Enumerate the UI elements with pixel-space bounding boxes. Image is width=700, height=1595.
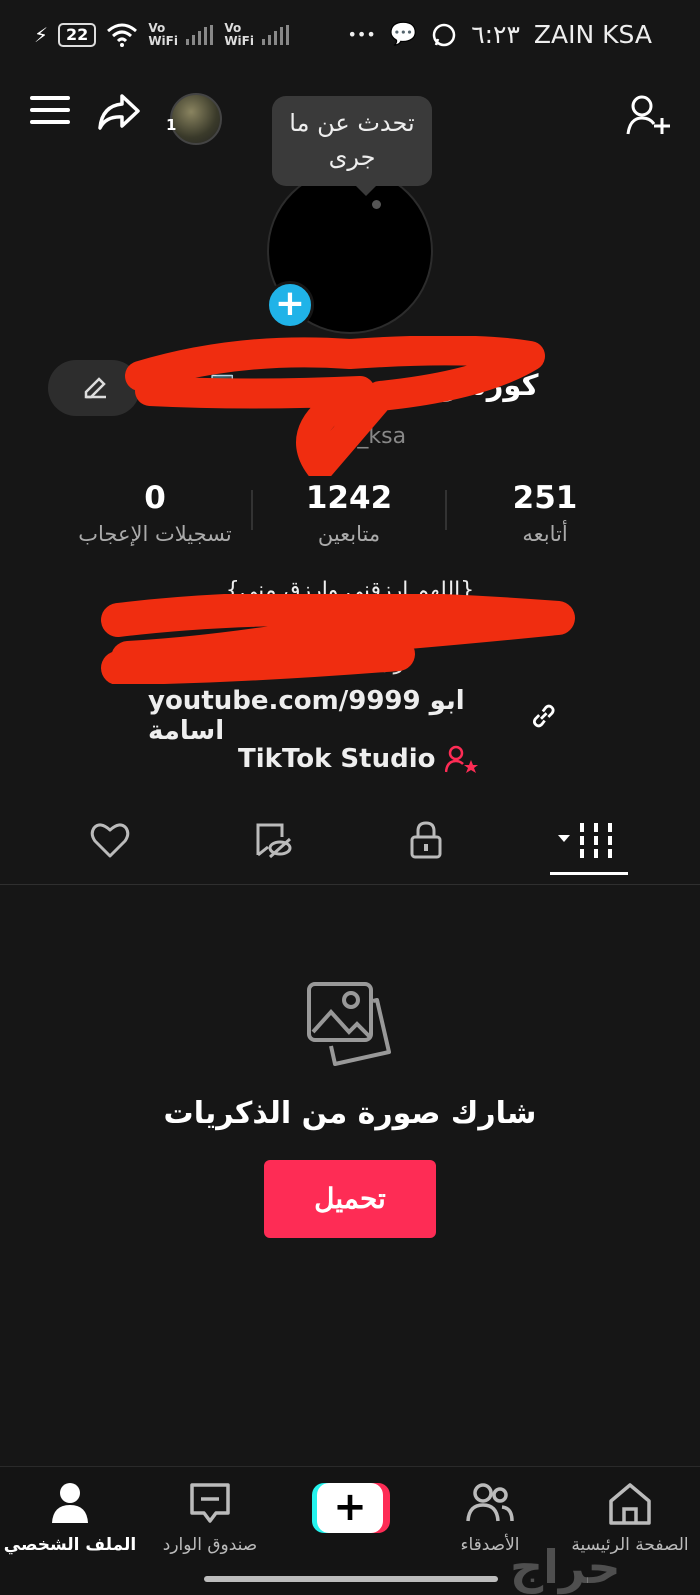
upload-button[interactable]: تحميل [264, 1160, 436, 1238]
status-left: ⚡ 22 Vo WiFi Vo WiFi [34, 22, 290, 48]
battery-indicator: 22 [58, 23, 97, 47]
home-indicator[interactable] [204, 1576, 498, 1582]
tab-reposts[interactable] [212, 812, 332, 868]
menu-icon[interactable] [30, 96, 70, 128]
signal-icon [186, 25, 214, 45]
chat-bubble-icon: 💬 [389, 22, 418, 47]
friends-icon [466, 1483, 514, 1522]
grid-dropdown-icon [558, 823, 612, 858]
avatar[interactable] [170, 93, 222, 145]
share-icon[interactable] [96, 92, 142, 132]
link-text[interactable]: youtube.com/9999 ابو اسامة [148, 686, 516, 746]
stat-value: 1242 [305, 480, 393, 516]
stat-followers[interactable]: 1242 متابعين [264, 480, 434, 546]
creator-star-icon [445, 745, 479, 773]
add-photo-button[interactable]: + [266, 281, 314, 329]
tabs-divider [0, 884, 700, 885]
whatsapp-icon [432, 23, 456, 46]
redaction-scribble [101, 594, 575, 684]
tiktok-studio-link[interactable]: TikTok Studio [238, 744, 479, 774]
signal-icon-2 [262, 25, 290, 45]
studio-label[interactable]: TikTok Studio [238, 744, 435, 774]
avatar-count: 1 [166, 116, 177, 134]
stat-label: تسجيلات الإعجاب [78, 522, 232, 546]
tab-liked[interactable] [50, 812, 170, 868]
hidden-posts-icon [256, 823, 292, 859]
active-tab-indicator [550, 872, 628, 875]
stat-label: متابعين [317, 522, 381, 546]
photo-memories-icon [307, 982, 391, 1066]
more-dots: ••• [347, 25, 376, 44]
redaction-scribble [125, 336, 545, 476]
status-bar: ⚡ 22 Vo WiFi Vo WiFi ••• 💬 ٦:٢٣ ZAIN KSA [0, 0, 700, 78]
home-icon [609, 1483, 651, 1525]
nav-label: صندوق الوارد [162, 1535, 258, 1555]
lock-icon [410, 821, 442, 859]
nav-label: الملف الشخصي [3, 1535, 137, 1555]
stat-value: 0 [144, 480, 166, 516]
pencil-icon [84, 377, 106, 399]
stat-following[interactable]: 251 أتابعه [460, 480, 630, 546]
heart-icon [90, 823, 130, 858]
bolt-icon: ⚡ [34, 23, 49, 47]
inbox-icon [190, 1483, 230, 1523]
status-right: ••• 💬 ٦:٢٣ ZAIN KSA [347, 20, 652, 49]
stat-divider [251, 490, 253, 530]
stat-likes[interactable]: 0 تسجيلات الإعجاب [70, 480, 240, 546]
empty-state-title: شارك صورة من الذكريات [163, 1096, 537, 1131]
nav-inbox[interactable]: صندوق الوارد [140, 1481, 280, 1555]
tab-posts[interactable] [528, 812, 648, 868]
stat-divider [445, 490, 447, 530]
vowifi-label: Vo WiFi [148, 21, 178, 48]
stat-value: 251 [512, 480, 578, 516]
status-time: ٦:٢٣ [471, 20, 520, 49]
watermark: حراج [510, 1540, 621, 1594]
profile-icon [52, 1483, 88, 1523]
wifi-icon [107, 23, 138, 47]
nav-profile[interactable]: الملف الشخصي [0, 1481, 140, 1555]
tooltip-dot [372, 200, 381, 209]
tab-private[interactable] [366, 812, 486, 868]
link-icon [533, 704, 556, 728]
create-button[interactable]: + [312, 1483, 390, 1533]
vowifi-label-2: Vo WiFi [224, 21, 254, 48]
carrier-name: ZAIN KSA [533, 20, 652, 49]
profile-link[interactable]: youtube.com/9999 ابو اسامة [148, 686, 558, 746]
stat-label: أتابعه [522, 522, 568, 546]
add-user-icon[interactable] [626, 94, 672, 136]
status-tooltip[interactable]: تحدث عن ما جرى [272, 96, 432, 196]
